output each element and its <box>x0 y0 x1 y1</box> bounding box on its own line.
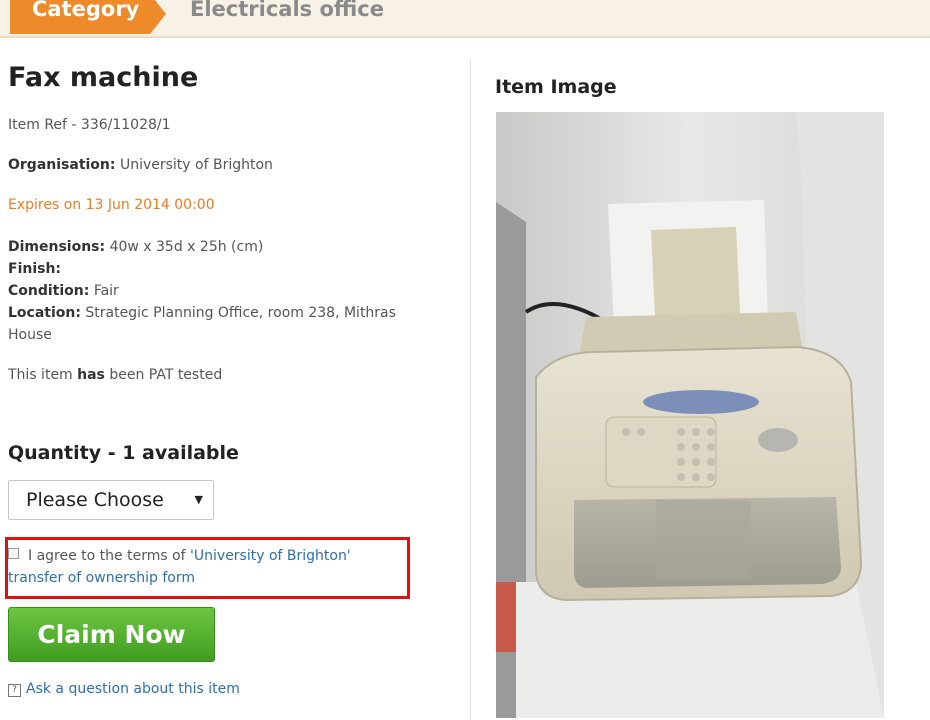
location-row: Location: Strategic Planning Office, roo… <box>8 302 438 346</box>
finish-row: Finish: <box>8 258 448 280</box>
agree-prefix: I agree to the terms of <box>28 548 191 564</box>
organisation-label: Organisation: <box>8 157 116 173</box>
ask-question-link[interactable]: ? Ask a question about this item <box>8 681 240 697</box>
condition-value: Fair <box>93 283 119 299</box>
dimensions-value: 40w x 35d x 25h (cm) <box>109 239 264 255</box>
agree-terms: I agree to the terms of 'University of B… <box>8 545 406 589</box>
category-bar: Category Electricals office <box>0 0 930 38</box>
category-value[interactable]: Electricals office <box>190 0 384 24</box>
item-expiry: Expires on 13 Jun 2014 00:00 <box>8 197 215 213</box>
item-ref: Item Ref - 336/11028/1 <box>8 117 171 133</box>
fax-machine-photo <box>496 112 884 718</box>
quantity-heading: Quantity - 1 available <box>8 442 239 464</box>
item-title: Fax machine <box>8 62 199 93</box>
pat-suffix: been PAT tested <box>104 367 223 383</box>
dimensions-row: Dimensions: 40w x 35d x 25h (cm) <box>8 236 448 258</box>
quantity-select-value: Please Choose <box>26 489 164 511</box>
pat-bold: has <box>77 367 105 383</box>
pat-prefix: This item <box>8 367 78 383</box>
category-tab[interactable]: Category <box>10 0 150 34</box>
location-label: Location: <box>8 305 81 321</box>
item-organisation: Organisation: University of Brighton <box>8 157 273 173</box>
item-specs: Dimensions: 40w x 35d x 25h (cm) Finish:… <box>8 236 448 386</box>
condition-row: Condition: Fair <box>8 280 448 302</box>
column-divider <box>470 60 471 720</box>
quantity-select[interactable]: Please Choose ▼ <box>8 480 214 520</box>
condition-label: Condition: <box>8 283 90 299</box>
ask-question-label: Ask a question about this item <box>26 681 240 697</box>
chevron-down-icon: ▼ <box>194 493 203 506</box>
finish-label: Finish: <box>8 261 62 277</box>
question-icon: ? <box>8 684 21 697</box>
claim-now-button[interactable]: Claim Now <box>8 607 215 662</box>
category-tab-arrow <box>150 0 166 34</box>
pat-status: This item has been PAT tested <box>8 364 448 386</box>
item-image-heading: Item Image <box>495 76 617 98</box>
dimensions-label: Dimensions: <box>8 239 106 255</box>
organisation-value: University of Brighton <box>119 157 273 173</box>
